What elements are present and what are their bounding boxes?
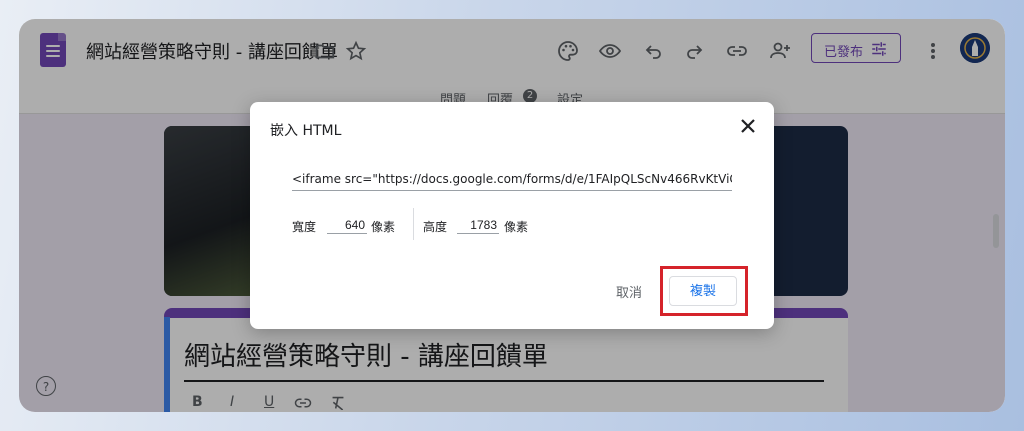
height-label: 高度 [423,220,448,234]
app-window: 網站經營策略守則 - 講座回饋單 已發布 問題 回覆 2 設定 網站經營策略守則… [19,19,1005,412]
dialog-title: 嵌入 HTML [270,123,342,139]
close-icon[interactable] [738,116,758,136]
width-label: 寬度 [292,220,317,234]
dimension-divider [413,208,414,240]
height-input[interactable] [457,214,499,234]
width-unit: 像素 [371,220,396,234]
cancel-button[interactable]: 取消 [616,282,642,301]
embed-html-dialog: 嵌入 HTML 寬度 像素 高度 像素 取消 複製 [250,102,774,329]
width-input[interactable] [327,214,367,234]
height-unit: 像素 [504,220,529,234]
copy-highlight-annotation [660,266,748,316]
embed-code-field[interactable] [292,168,732,191]
